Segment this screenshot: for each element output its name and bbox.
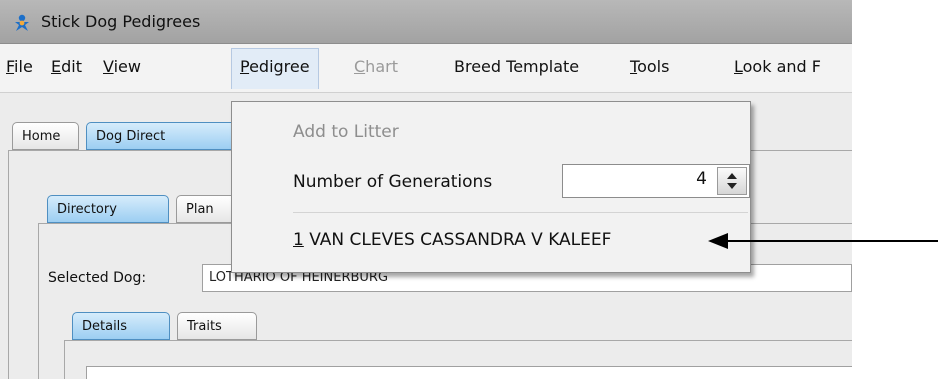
dog-app-icon bbox=[15, 14, 29, 31]
detail-panel-border-left bbox=[64, 340, 65, 379]
pedigree-dropdown-menu: Add to Litter Number of Generations 4 1 … bbox=[231, 101, 751, 273]
generations-spinner[interactable]: 4 bbox=[562, 164, 750, 198]
menu-breed-template[interactable]: Breed Template bbox=[448, 49, 585, 85]
menu-item-recent-dog-1[interactable]: 1 VAN CLEVES CASSANDRA V KALEEF bbox=[293, 230, 611, 250]
tab-dog-directory[interactable]: Dog Direct bbox=[86, 122, 236, 150]
spinner-buttons[interactable] bbox=[717, 167, 747, 195]
sub-panel-border-left bbox=[38, 223, 39, 379]
tab-details[interactable]: Details bbox=[72, 312, 170, 340]
application-window: Stick Dog Pedigrees File Edit View Pedig… bbox=[0, 0, 852, 379]
main-panel-border-left bbox=[8, 150, 9, 379]
generations-value: 4 bbox=[696, 169, 707, 189]
menu-bar: File Edit View Pedigree Chart Breed Temp… bbox=[0, 44, 852, 93]
menu-item-add-to-litter[interactable]: Add to Litter bbox=[293, 122, 399, 142]
menu-view[interactable]: View bbox=[97, 49, 147, 85]
menu-separator bbox=[293, 212, 748, 213]
details-content-box bbox=[86, 366, 852, 379]
tab-directory[interactable]: Directory bbox=[47, 195, 169, 223]
menu-file[interactable]: File bbox=[0, 49, 39, 85]
selected-dog-label: Selected Dog: bbox=[48, 270, 147, 286]
menu-pedigree[interactable]: Pedigree bbox=[231, 48, 319, 89]
menu-tools[interactable]: Tools bbox=[624, 49, 675, 85]
menu-edit[interactable]: Edit bbox=[45, 49, 88, 85]
menu-chart[interactable]: Chart bbox=[348, 49, 404, 85]
tab-home[interactable]: Home bbox=[12, 122, 79, 150]
window-title: Stick Dog Pedigrees bbox=[41, 12, 201, 31]
menu-look-and-feel[interactable]: Look and F bbox=[728, 49, 827, 85]
title-bar: Stick Dog Pedigrees bbox=[0, 0, 852, 44]
spinner-arrows-icon bbox=[727, 173, 737, 189]
generations-label: Number of Generations bbox=[293, 172, 493, 192]
detail-panel-border bbox=[64, 340, 852, 341]
pointer-arrow-icon bbox=[708, 233, 938, 249]
tab-traits[interactable]: Traits bbox=[177, 312, 257, 340]
